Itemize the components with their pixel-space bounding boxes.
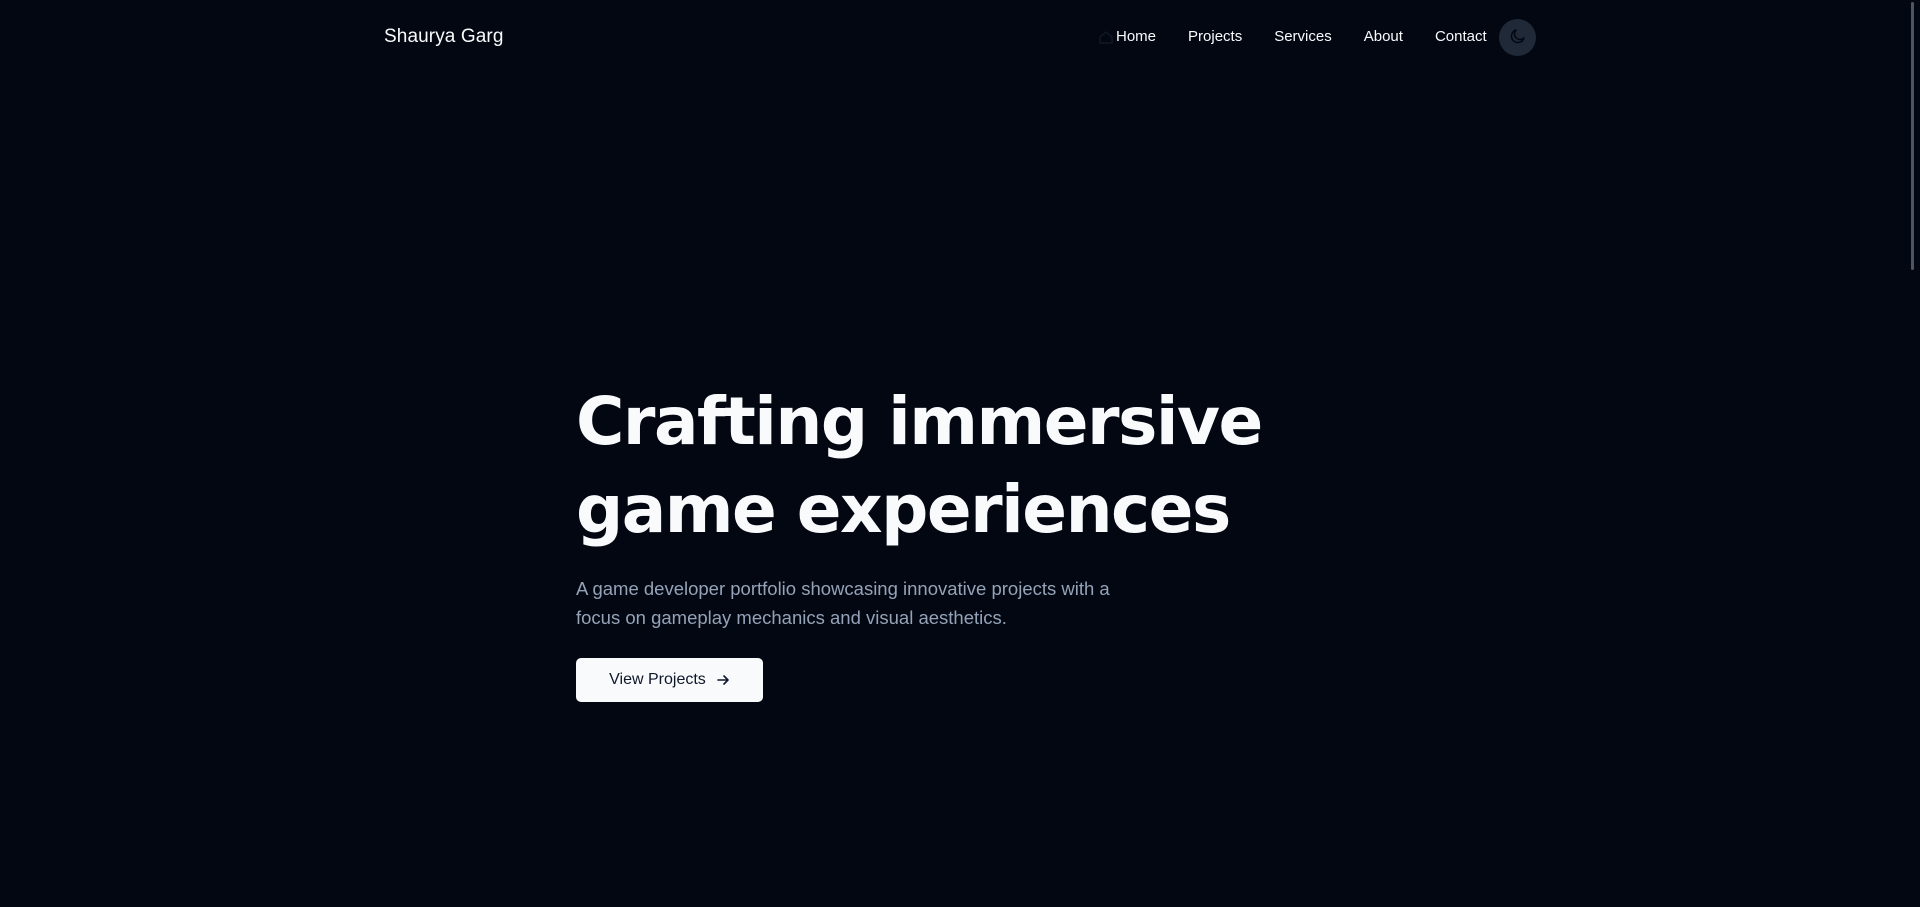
- nav-item-home[interactable]: Home: [1098, 28, 1156, 45]
- home-icon: [1098, 30, 1114, 44]
- theme-toggle-button[interactable]: [1499, 19, 1536, 56]
- view-projects-label: View Projects: [609, 671, 706, 688]
- nav-item-label: Contact: [1434, 28, 1487, 45]
- site-header: Shaurya Garg Home Projects Services Abou…: [0, 0, 1906, 76]
- nav-item-label: About: [1363, 28, 1403, 45]
- main-nav: Home Projects Services About Contact: [1098, 28, 1487, 45]
- nav-item-services[interactable]: Services: [1274, 28, 1332, 45]
- hero-title-line-2: game experiences: [576, 471, 1231, 548]
- brand-logo[interactable]: Shaurya Garg: [384, 26, 504, 48]
- nav-item-label: Services: [1274, 28, 1332, 45]
- hero-section: Crafting immersive game experiences A ga…: [576, 378, 1276, 632]
- page-scrollbar[interactable]: [1906, 0, 1920, 907]
- moon-icon: [1509, 27, 1527, 49]
- hero-subtitle: A game developer portfolio showcasing in…: [576, 578, 1110, 628]
- nav-item-projects[interactable]: Projects: [1188, 28, 1242, 45]
- page: Shaurya Garg Home Projects Services Abou…: [0, 0, 1920, 907]
- nav-item-label: Home: [1116, 28, 1157, 45]
- hero-title-line-1: Crafting immersive: [576, 383, 1263, 460]
- arrow-right-icon: [716, 673, 730, 687]
- scrollbar-thumb[interactable]: [1911, 2, 1914, 270]
- nav-item-contact[interactable]: Contact: [1435, 28, 1487, 45]
- nav-item-label: Projects: [1188, 28, 1243, 45]
- nav-item-about[interactable]: About: [1364, 28, 1403, 45]
- view-projects-button[interactable]: View Projects: [576, 658, 763, 702]
- hero-title: Crafting immersive game experiences: [576, 378, 1276, 554]
